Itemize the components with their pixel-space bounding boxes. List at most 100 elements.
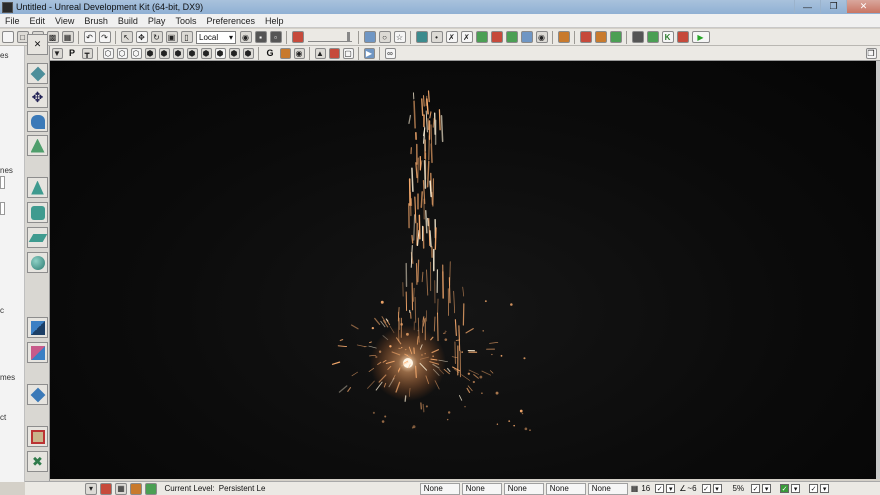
menu-tools[interactable]: Tools	[170, 16, 201, 26]
foliage-mode-button[interactable]	[27, 135, 48, 156]
perspective-viewport[interactable]	[50, 61, 876, 479]
csg-subtract-button[interactable]	[27, 342, 48, 363]
detail-lighting-icon[interactable]: ⬢	[158, 47, 170, 59]
view-icon[interactable]	[520, 31, 533, 43]
autosave-checkbox[interactable]: ✓	[780, 484, 790, 493]
top-view-icon[interactable]: ┳	[81, 47, 93, 59]
dropdown-arrow-icon[interactable]: ▾	[85, 482, 97, 495]
level-browser-icon[interactable]	[130, 482, 142, 495]
realtime-play-icon[interactable]: ▶	[363, 47, 375, 59]
drag-grid-icon[interactable]	[291, 31, 304, 43]
brush-wireframe-icon[interactable]: ⬡	[102, 47, 114, 59]
lit-icon[interactable]: ⬢	[144, 47, 156, 59]
geometry-mode-button[interactable]: ✥	[27, 87, 48, 108]
menu-brush[interactable]: Brush	[79, 16, 113, 26]
viewport-restore-icon[interactable]: ❐	[865, 47, 877, 59]
scale-dropdown[interactable]: ▾	[762, 484, 772, 493]
viewport-scrollbar[interactable]	[876, 61, 880, 479]
texture-density-icon[interactable]: ⬢	[200, 47, 212, 59]
eye-icon[interactable]: ◉	[293, 47, 305, 59]
maximize-viewport-icon[interactable]: ▢	[342, 47, 354, 59]
unreal-frontend-icon[interactable]	[557, 31, 570, 43]
asset-icon[interactable]	[505, 31, 518, 43]
new-map-icon[interactable]	[1, 31, 14, 43]
menu-build[interactable]: Build	[113, 16, 143, 26]
close-icon[interactable]: ✕	[846, 0, 880, 13]
console-icon[interactable]	[609, 31, 622, 43]
content-browser-icon[interactable]: ▦	[61, 31, 74, 43]
menu-view[interactable]: View	[50, 16, 79, 26]
viewport-options-icon[interactable]: ▼	[51, 47, 63, 59]
rotation-snap-slider[interactable]	[308, 32, 352, 42]
csg-add-button[interactable]	[27, 317, 48, 338]
sheet-brush-button[interactable]	[27, 227, 48, 248]
level-kismet-icon[interactable]	[100, 482, 112, 495]
lightmap-density-icon[interactable]: ⬢	[228, 47, 240, 59]
navigation-icon[interactable]	[475, 31, 488, 43]
scale-snap-checkbox[interactable]: ✓	[751, 484, 761, 493]
rotation-dropdown[interactable]: ▾	[712, 484, 722, 493]
rotate-icon[interactable]: ↻	[150, 31, 163, 43]
build-visibility-icon[interactable]: ○	[378, 31, 391, 43]
panel-expand-box[interactable]	[0, 202, 5, 215]
volume-button[interactable]	[27, 384, 48, 405]
close-panel-button[interactable]: ✕	[27, 34, 48, 55]
build-paths-icon[interactable]	[415, 31, 428, 43]
nonuniform-scale-icon[interactable]: ▯	[180, 31, 193, 43]
level-grid-icon[interactable]: ▦	[115, 482, 127, 495]
actor-x-icon[interactable]: ✗	[460, 31, 473, 43]
reflections-icon[interactable]: ⬢	[242, 47, 254, 59]
screenshot-icon[interactable]: ◉	[535, 31, 548, 43]
camera-mode-button[interactable]	[27, 63, 48, 84]
stop-icon[interactable]	[676, 31, 689, 43]
game-view-button[interactable]: G	[264, 47, 276, 59]
build-all-icon[interactable]: ✗	[445, 31, 458, 43]
play-in-window-icon[interactable]	[646, 31, 659, 43]
build-geometry-icon[interactable]	[363, 31, 376, 43]
scale-icon[interactable]: ▣	[165, 31, 178, 43]
select-icon[interactable]: ↖	[120, 31, 133, 43]
realtime-preview-icon[interactable]: ▲	[314, 47, 326, 59]
kismet-script-icon[interactable]: ▪	[254, 31, 267, 43]
coordinate-system-dropdown[interactable]: Local ▾	[196, 30, 236, 44]
find-actor-icon[interactable]: ◉	[239, 31, 252, 43]
unlit-icon[interactable]: ⬡	[130, 47, 142, 59]
camera-speed-icon[interactable]: ∞	[384, 47, 396, 59]
sphere-brush-button[interactable]	[27, 252, 48, 273]
actor-lock-icon[interactable]	[328, 47, 340, 59]
menu-help[interactable]: Help	[260, 16, 289, 26]
lighting-only-icon[interactable]: ⬢	[172, 47, 184, 59]
maximize-icon[interactable]: ❐	[820, 0, 846, 13]
menu-play[interactable]: Play	[143, 16, 171, 26]
drag-toggle-dropdown[interactable]: ▾	[820, 484, 830, 493]
build-cover-icon[interactable]: •	[430, 31, 443, 43]
slider-knob[interactable]	[347, 32, 350, 42]
remote-control-icon[interactable]	[490, 31, 503, 43]
hide-selected-button[interactable]	[27, 426, 48, 447]
grid-snap-checkbox[interactable]: ✓	[655, 484, 665, 493]
save-all-icon[interactable]: ▩	[46, 31, 59, 43]
light-complexity-icon[interactable]: ⬢	[186, 47, 198, 59]
translate-icon[interactable]: ✥	[135, 31, 148, 43]
matinee-icon[interactable]: ▫	[269, 31, 282, 43]
kismet-k-icon[interactable]: K	[661, 31, 674, 43]
menu-edit[interactable]: Edit	[25, 16, 51, 26]
texture-mode-button[interactable]	[27, 111, 48, 132]
monitor-icon[interactable]	[631, 31, 644, 43]
panel-expand-box[interactable]	[0, 176, 5, 189]
autosave-dropdown[interactable]: ▾	[791, 484, 801, 493]
build-lighting-icon[interactable]: ☆	[393, 31, 406, 43]
rotation-snap-checkbox[interactable]: ✓	[701, 484, 711, 493]
console-target-icon[interactable]	[594, 31, 607, 43]
wireframe-icon[interactable]: ⬡	[116, 47, 128, 59]
play-on-console-icon[interactable]	[579, 31, 592, 43]
drag-toggle-checkbox[interactable]: ✓	[809, 484, 819, 493]
menu-preferences[interactable]: Preferences	[201, 16, 260, 26]
redo-icon[interactable]: ↷	[98, 31, 111, 43]
minimize-icon[interactable]: —	[794, 0, 820, 13]
perspective-button[interactable]: P	[66, 47, 78, 59]
level-lock-icon[interactable]	[145, 482, 157, 495]
show-all-button[interactable]: ✖	[27, 451, 48, 472]
lock-icon[interactable]	[279, 47, 291, 59]
cylinder-brush-button[interactable]	[27, 202, 48, 223]
